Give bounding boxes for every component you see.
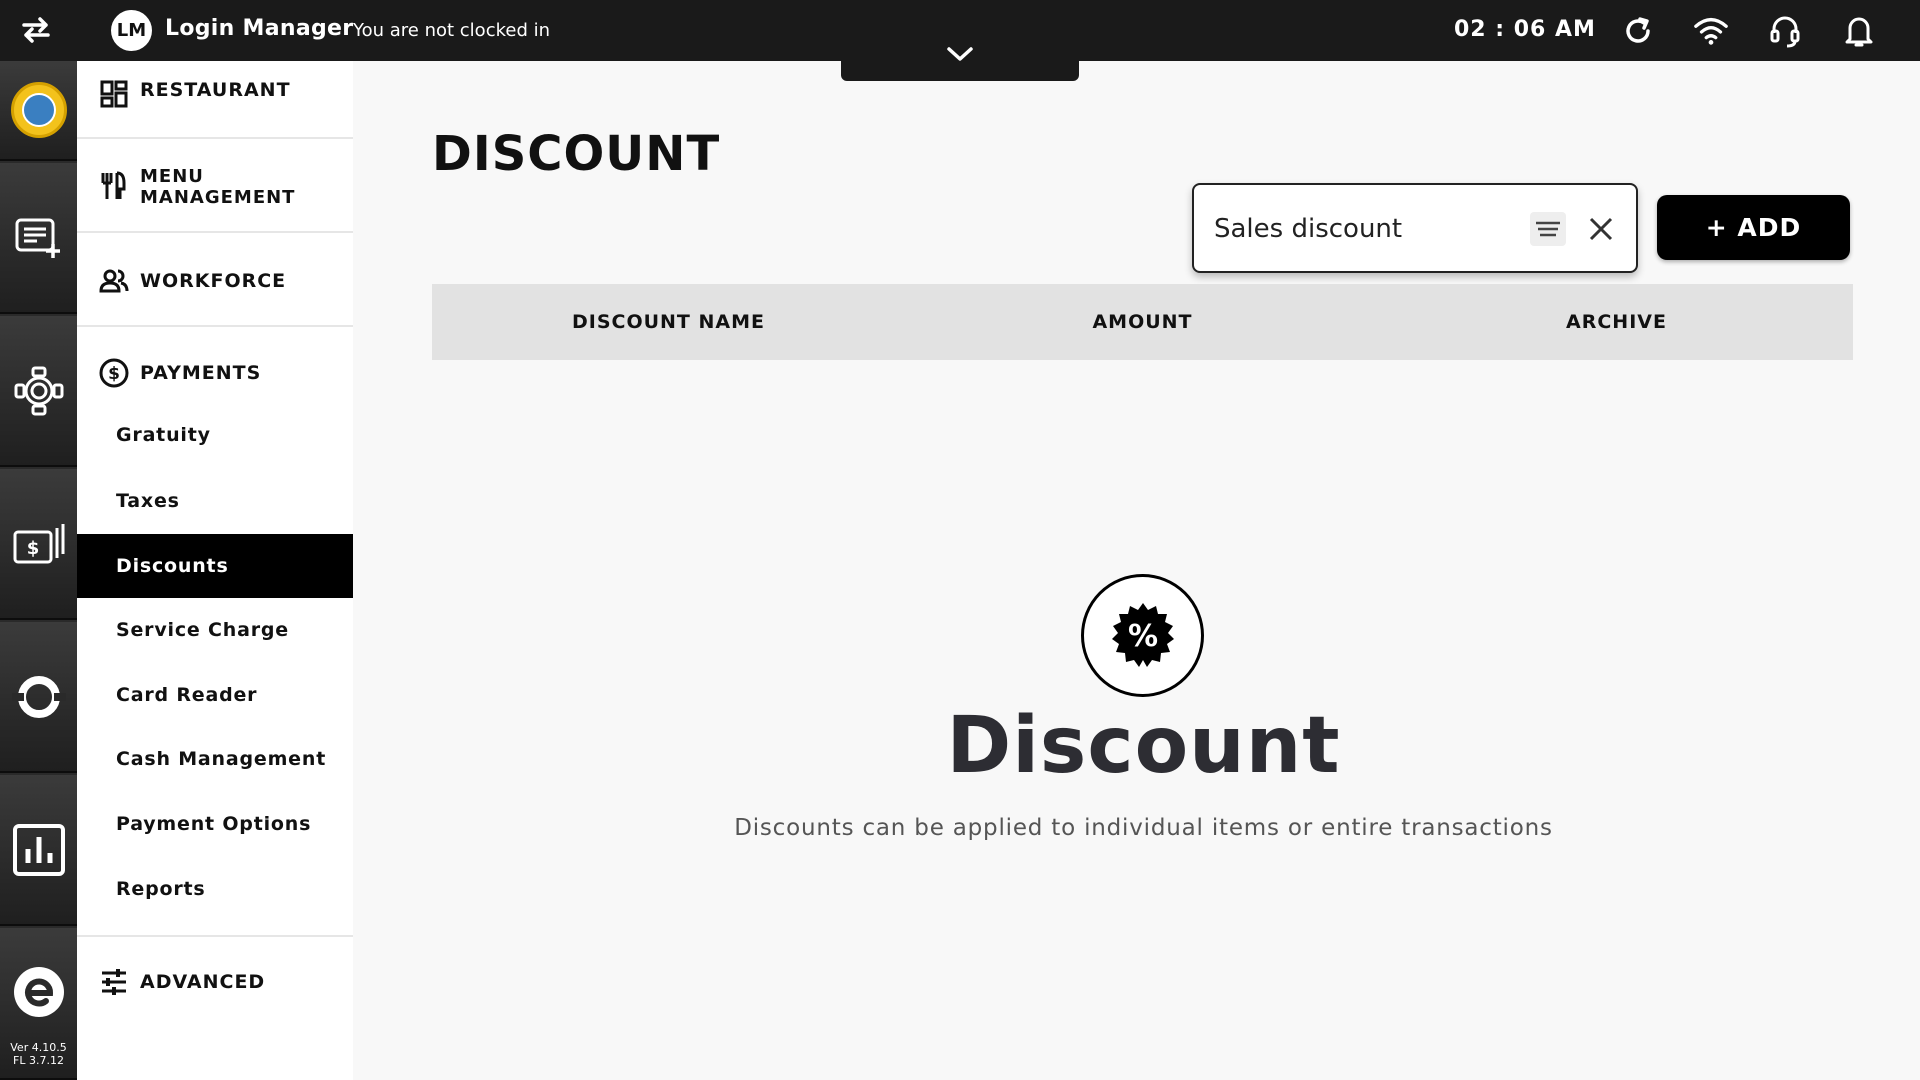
people-icon — [99, 266, 129, 296]
app-rail: $ Ver 4.10.5 FL 3.7.12 — [0, 61, 77, 1080]
sidebar-item-card-reader[interactable]: Card Reader — [77, 663, 353, 727]
svg-text:$: $ — [26, 538, 39, 559]
table-service-icon[interactable] — [0, 316, 77, 467]
percent-glyph: % — [1127, 619, 1157, 654]
utensils-icon — [99, 171, 129, 201]
user-name: Login Manager — [165, 16, 354, 41]
search-input[interactable] — [1214, 211, 1514, 247]
sidebar-item-reports[interactable]: Reports — [77, 857, 353, 921]
settings-sidebar: RESTAURANT MENU MANAGEMENT WORKFORCE $ P… — [77, 61, 353, 1080]
sidebar-item-gratuity[interactable]: Gratuity — [77, 403, 353, 467]
sidebar-item-payment-options[interactable]: Payment Options — [77, 792, 353, 856]
close-icon[interactable] — [1584, 212, 1618, 246]
filter-lines-icon[interactable] — [1530, 212, 1566, 246]
clock-time: 02 : 06 AM — [1454, 17, 1596, 42]
sidebar-item-restaurant[interactable]: RESTAURANT — [77, 61, 353, 139]
sidebar-item-workforce[interactable]: WORKFORCE — [77, 235, 353, 327]
fl-version-label: FL 3.7.12 — [13, 1054, 64, 1067]
sidebar-label-payments: PAYMENTS — [140, 362, 262, 384]
sidebar-label-advanced: ADVANCED — [140, 971, 266, 993]
search-box — [1192, 183, 1638, 273]
discount-badge-icon: % — [1081, 574, 1204, 697]
swap-arrows-icon[interactable] — [18, 14, 54, 46]
main-content: DISCOUNT + ADD DISCOUNT NAME AMOUNT ARCH… — [353, 61, 1920, 1080]
sidebar-item-taxes[interactable]: Taxes — [77, 469, 353, 533]
refresh-icon[interactable] — [1620, 13, 1656, 49]
sidebar-item-advanced[interactable]: ADVANCED — [77, 937, 353, 1027]
sidebar-item-discounts[interactable]: Discounts — [77, 534, 353, 598]
sidebar-label-restaurant: RESTAURANT — [140, 79, 291, 101]
sidebar-item-cash-management[interactable]: Cash Management — [77, 727, 353, 791]
headset-icon[interactable] — [1767, 13, 1803, 49]
clock-status: You are not clocked in — [353, 20, 550, 41]
cash-register-icon[interactable]: $ — [0, 469, 77, 620]
table-header: DISCOUNT NAME AMOUNT ARCHIVE — [432, 284, 1853, 360]
column-discount-name[interactable]: DISCOUNT NAME — [432, 284, 905, 360]
empty-state-title: Discount — [946, 701, 1341, 791]
cycle-icon[interactable] — [0, 622, 77, 773]
restaurant-logo[interactable] — [0, 61, 77, 161]
reports-chart-icon[interactable] — [0, 775, 77, 926]
sidebar-label-management: MANAGEMENT — [140, 187, 296, 208]
sidebar-label-workforce: WORKFORCE — [140, 270, 287, 292]
svg-text:$: $ — [108, 364, 120, 384]
add-discount-button[interactable]: + ADD — [1657, 195, 1850, 260]
dollar-circle-icon: $ — [99, 358, 129, 388]
avatar[interactable]: LM — [111, 10, 152, 51]
page-title: DISCOUNT — [432, 126, 721, 182]
column-archive[interactable]: ARCHIVE — [1380, 284, 1853, 360]
wifi-icon[interactable] — [1693, 13, 1729, 49]
sidebar-item-service-charge[interactable]: Service Charge — [77, 598, 353, 662]
bell-icon[interactable] — [1841, 13, 1877, 49]
empty-state-subtitle: Discounts can be applied to individual i… — [734, 815, 1553, 841]
new-order-icon[interactable] — [0, 163, 77, 314]
sidebar-label-menu: MENU — [140, 166, 204, 187]
dashboard-icon — [99, 79, 129, 109]
version-label: Ver 4.10.5 — [10, 1041, 67, 1054]
sliders-icon — [99, 967, 129, 997]
column-amount[interactable]: AMOUNT — [906, 284, 1379, 360]
sidebar-item-menu-management[interactable]: MENU MANAGEMENT — [77, 141, 353, 233]
